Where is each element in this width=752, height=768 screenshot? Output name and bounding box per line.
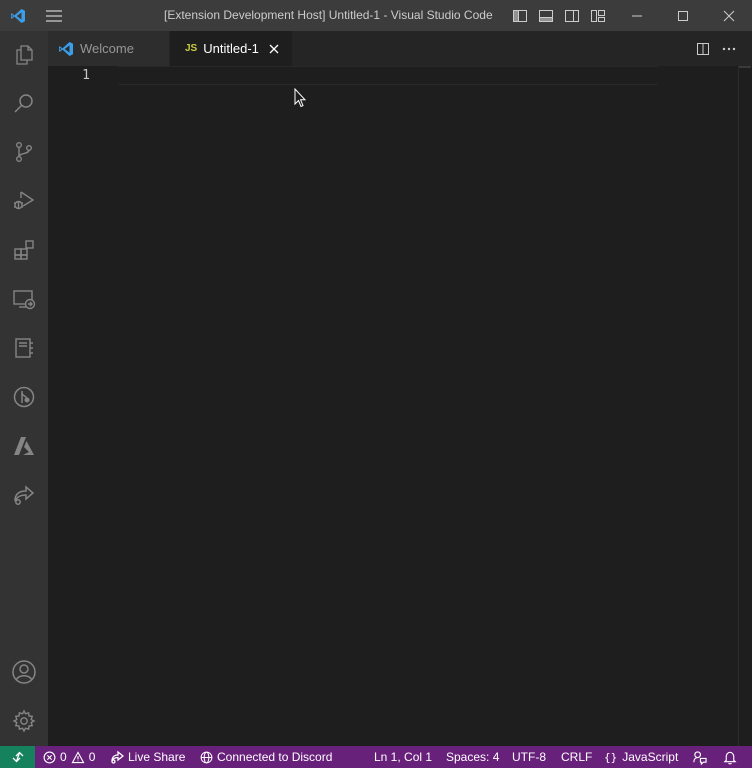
explorer-icon[interactable] <box>0 31 48 79</box>
warning-icon <box>71 750 85 763</box>
minimize-icon[interactable] <box>614 0 660 31</box>
current-line-highlight <box>118 66 658 85</box>
encoding[interactable]: UTF-8 <box>512 746 546 768</box>
remote-explorer-icon[interactable] <box>0 275 48 323</box>
mouse-pointer-icon <box>294 87 307 111</box>
tab-welcome[interactable]: Welcome <box>48 31 170 66</box>
language-label: JavaScript <box>622 750 679 764</box>
azure-icon[interactable] <box>0 422 48 470</box>
status-bar: 0 0 Live Share Connected to Discord Ln 1… <box>0 746 752 768</box>
remote-indicator-icon[interactable] <box>0 746 35 768</box>
source-control-icon[interactable] <box>0 128 48 176</box>
live-share-label: Live Share <box>128 750 186 764</box>
tab-untitled-1[interactable]: JS Untitled-1 <box>170 31 292 66</box>
live-share-status[interactable]: Live Share <box>110 746 185 768</box>
more-actions-icon[interactable] <box>716 31 742 66</box>
end-of-line[interactable]: CRLF <box>561 746 592 768</box>
layout-controls <box>507 0 611 31</box>
live-share-icon[interactable] <box>0 471 48 519</box>
customize-layout-icon[interactable] <box>585 0 611 31</box>
error-icon <box>43 751 56 763</box>
editor-area[interactable]: 1 <box>48 66 752 746</box>
scroll-position-marker <box>739 66 751 68</box>
accounts-icon[interactable] <box>0 648 48 696</box>
vscode-logo-icon <box>58 41 74 57</box>
editor-actions <box>690 31 752 66</box>
live-share-icon <box>111 750 124 764</box>
toggle-panel-icon[interactable] <box>533 0 559 31</box>
globe-icon <box>200 751 213 763</box>
line-number: 1 <box>82 68 90 83</box>
problems-indicator[interactable]: 0 0 <box>43 746 95 768</box>
menu-icon[interactable] <box>35 0 73 31</box>
discord-label: Connected to Discord <box>217 750 333 764</box>
javascript-file-icon: JS <box>185 43 198 54</box>
indentation[interactable]: Spaces: 4 <box>446 746 499 768</box>
warning-count: 0 <box>88 750 96 764</box>
split-editor-icon[interactable] <box>690 31 716 66</box>
activity-bar <box>0 31 48 746</box>
toggle-primary-sidebar-icon[interactable] <box>507 0 533 31</box>
error-count: 0 <box>60 750 67 764</box>
search-icon[interactable] <box>0 79 48 127</box>
maximize-icon[interactable] <box>660 0 706 31</box>
extensions-icon[interactable] <box>0 226 48 274</box>
braces-icon: {} <box>604 750 618 764</box>
vscode-logo-icon[interactable] <box>0 0 35 31</box>
run-and-debug-icon[interactable] <box>0 177 48 225</box>
manage-gear-icon[interactable] <box>0 697 48 745</box>
cursor-position[interactable]: Ln 1, Col 1 <box>374 746 432 768</box>
notebook-icon[interactable] <box>0 324 48 372</box>
language-mode[interactable]: {} JavaScript <box>604 746 678 768</box>
tab-close-icon[interactable] <box>269 44 279 54</box>
notifications-bell-icon[interactable] <box>723 746 741 768</box>
tab-label: Welcome <box>80 41 134 56</box>
window-title: [Extension Development Host] Untitled-1 … <box>164 8 493 22</box>
feedback-icon[interactable] <box>692 746 711 768</box>
toggle-secondary-sidebar-icon[interactable] <box>559 0 585 31</box>
title-bar: [Extension Development Host] Untitled-1 … <box>0 0 752 31</box>
gitlens-icon[interactable] <box>0 373 48 421</box>
close-icon[interactable] <box>706 0 752 31</box>
window-controls <box>614 0 752 31</box>
discord-status[interactable]: Connected to Discord <box>200 746 332 768</box>
vertical-scrollbar[interactable] <box>738 66 752 746</box>
tab-label: Untitled-1 <box>203 41 259 56</box>
editor-tabs-bar: Welcome JS Untitled-1 <box>48 31 752 66</box>
